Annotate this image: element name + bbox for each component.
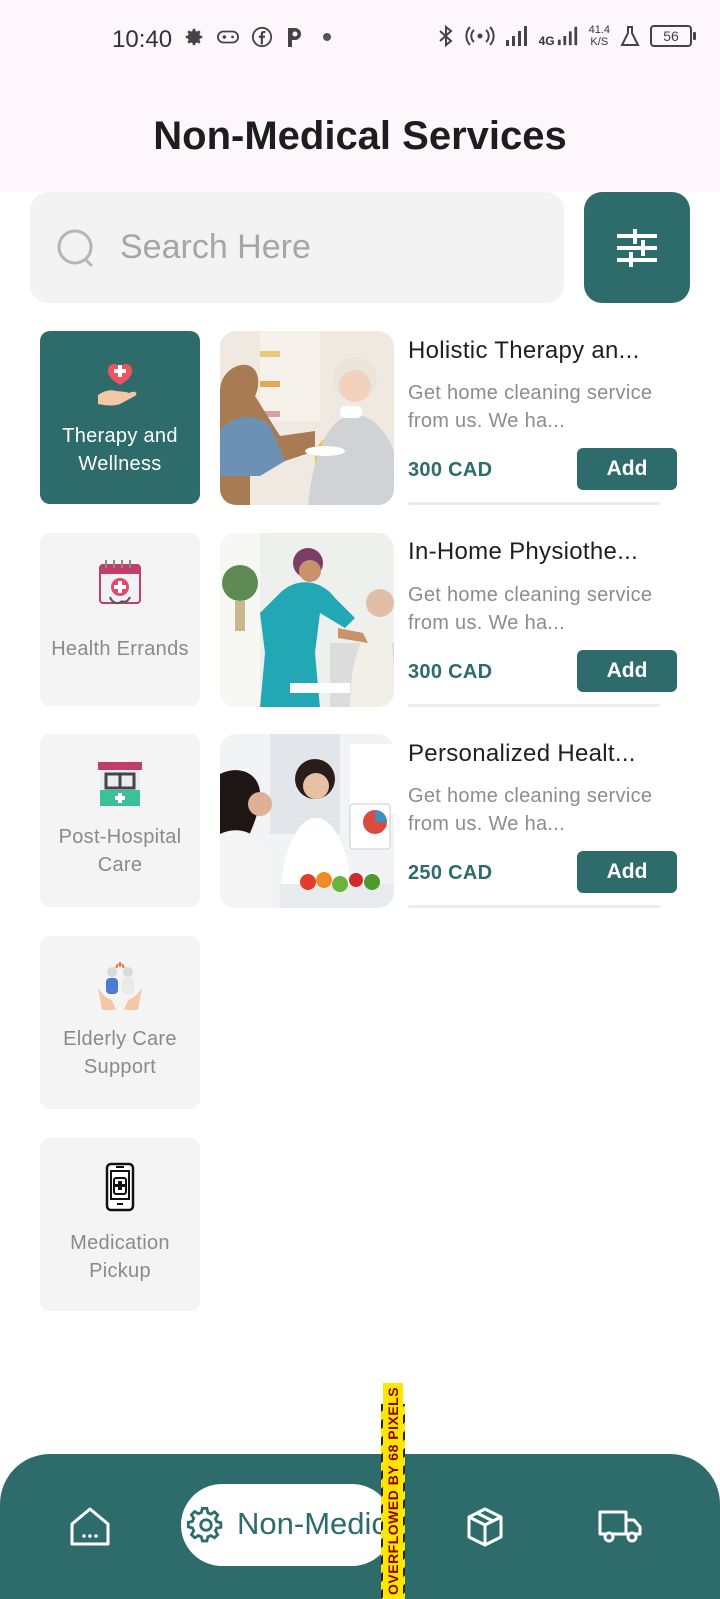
divider [408, 905, 660, 908]
nav-non-medical[interactable]: Non-Medic [181, 1484, 393, 1566]
hospital-icon [98, 762, 142, 806]
search-input[interactable] [120, 222, 540, 272]
network-speed-unit: K/S [590, 36, 609, 48]
nav-home[interactable] [68, 1506, 112, 1553]
gamepad-icon [217, 30, 239, 44]
calendar-medical-icon [99, 560, 141, 605]
status-icons-left [183, 26, 337, 48]
service-price: 300 CAD [408, 459, 493, 481]
photo-nutrition [220, 734, 394, 908]
add-button[interactable]: Add [577, 650, 677, 692]
network-speed-value: 41.4 [588, 24, 610, 36]
divider [408, 502, 660, 505]
service-image-in-home-physiotherapy[interactable] [220, 533, 394, 707]
service-title[interactable]: Holistic Therapy an... [408, 337, 640, 365]
category-elderly-care-support[interactable]: Elderly Care Support [40, 936, 200, 1109]
status-bar: 10:40 4G 41.4 K/S 56 [0, 0, 720, 80]
network-speed: 41.4 K/S [589, 24, 610, 48]
heart-hand-icon [98, 363, 137, 406]
box-icon [467, 1507, 503, 1547]
service-image-holistic-therapy[interactable] [220, 331, 394, 505]
search-bar[interactable] [30, 192, 564, 303]
category-label: Therapy and Wellness [62, 425, 178, 475]
service-description: Get home cleaning service from us. We ha… [408, 785, 653, 835]
facebook-icon [251, 26, 273, 48]
gear-icon [186, 1506, 223, 1543]
network-type: 4G [538, 34, 555, 48]
filter-button[interactable] [584, 192, 690, 303]
overflow-warning: OVERFLOWED BY 68 PIXELS [383, 1382, 403, 1599]
service-title[interactable]: In-Home Physiothe... [408, 538, 638, 566]
lab-icon [620, 26, 640, 46]
add-button[interactable]: Add [577, 448, 677, 490]
battery-icon: 56 [650, 25, 696, 47]
page-title: Non-Medical Services [153, 114, 567, 158]
category-label: Health Errands [51, 638, 189, 660]
service-price: 300 CAD [408, 661, 493, 683]
divider [408, 704, 660, 707]
phone-medicine-icon [105, 1162, 135, 1212]
status-time: 10:40 [112, 26, 173, 53]
truck-icon [598, 1510, 642, 1543]
signal-4g-icon: 4G [539, 25, 579, 47]
status-icons-right: 4G 41.4 K/S 56 [437, 24, 696, 48]
signal-icon [505, 26, 527, 46]
hotspot-icon [465, 26, 495, 46]
category-health-errands[interactable]: Health Errands [40, 533, 200, 706]
bluetooth-icon [438, 24, 453, 48]
service-description: Get home cleaning service from us. We ha… [408, 584, 653, 634]
category-label: Medication Pickup [70, 1232, 170, 1282]
home-icon [70, 1507, 110, 1546]
add-button[interactable]: Add [577, 851, 677, 893]
category-medication-pickup[interactable]: Medication Pickup [40, 1138, 200, 1311]
category-post-hospital-care[interactable]: Post-Hospital Care [40, 734, 200, 907]
gear-icon [185, 28, 203, 46]
sliders-icon [617, 228, 657, 267]
app-header: Non-Medical Services [0, 80, 720, 192]
dot-icon [323, 33, 331, 41]
p-icon [288, 28, 301, 47]
elderly-care-icon [98, 962, 142, 1010]
photo-physiotherapy [220, 533, 394, 707]
nav-delivery[interactable] [597, 1506, 643, 1551]
category-label: Elderly Care Support [63, 1028, 177, 1078]
service-title[interactable]: Personalized Healt... [408, 740, 636, 768]
search-icon [57, 229, 93, 267]
category-label: Post-Hospital Care [58, 826, 182, 876]
bottom-navigation: Non-Medic [0, 1454, 720, 1599]
service-image-personalized-health[interactable] [220, 734, 394, 908]
service-description: Get home cleaning service from us. We ha… [408, 382, 653, 432]
photo-therapy [220, 331, 394, 505]
nav-label: Non-Medic [237, 1506, 387, 1541]
service-price: 250 CAD [408, 862, 493, 884]
nav-packages[interactable] [465, 1506, 505, 1553]
category-therapy-and-wellness[interactable]: Therapy and Wellness [40, 331, 200, 504]
